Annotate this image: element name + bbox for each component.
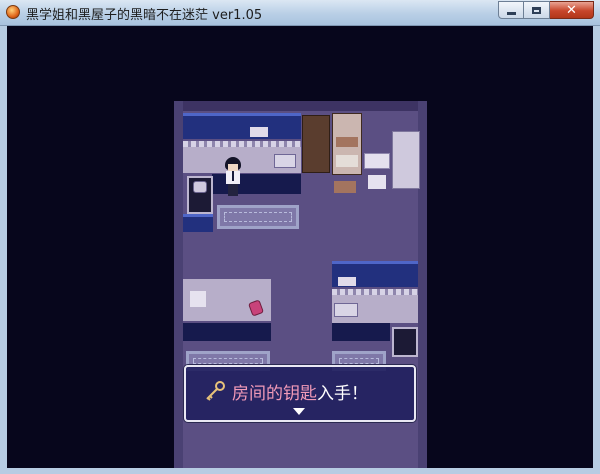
upper-cabinet-left [183, 113, 301, 139]
pot [193, 181, 207, 193]
app-icon [6, 5, 20, 19]
character-face [228, 164, 238, 171]
stove-right [392, 327, 418, 357]
minimize-button[interactable] [498, 1, 524, 19]
sink-left [274, 154, 296, 168]
close-button[interactable]: ✕ [550, 1, 594, 19]
game-viewport[interactable]: 房间的钥匙入手！ [7, 26, 593, 468]
sink-right [334, 303, 358, 317]
rice-cooker [368, 175, 386, 189]
maximize-button[interactable] [524, 1, 550, 19]
close-icon: ✕ [566, 2, 577, 18]
shelf-box-low [334, 181, 356, 193]
window-controls: ✕ [498, 1, 594, 19]
message-suffix: 入手！ [317, 384, 368, 404]
player-character [224, 157, 242, 197]
character-tie [232, 171, 234, 181]
character-legs [228, 184, 238, 196]
title-bar[interactable]: 黑学姐和黑屋子的黑暗不在迷茫 ver1.05 ✕ [0, 0, 600, 26]
canister [190, 291, 206, 307]
item-name: 房间的钥匙 [232, 384, 317, 404]
key-icon [206, 381, 225, 401]
rug-bottom-right-border [339, 358, 379, 364]
top-wall [174, 101, 427, 111]
maximize-icon [532, 6, 541, 14]
refrigerator [392, 131, 420, 189]
minimize-icon [506, 11, 516, 15]
shelf-box-top [336, 137, 358, 147]
down-arrow-icon[interactable] [293, 408, 305, 415]
shelf-box-bottom [336, 155, 358, 167]
tall-cupboard [302, 115, 330, 173]
rug-left [217, 205, 299, 229]
rug-left-border [224, 212, 292, 222]
dish-rack [250, 127, 268, 137]
message-window[interactable]: 房间的钥匙入手！ [184, 365, 416, 422]
window-title: 黑学姐和黑屋子的黑暗不在迷茫 ver1.05 [26, 8, 263, 23]
message-text: 房间的钥匙入手！ [232, 379, 368, 404]
island-cabinet [183, 323, 271, 341]
microwave [364, 153, 390, 169]
dish-rack-right [338, 277, 356, 286]
rug-bottom-left-border [193, 358, 263, 364]
cabinet-side-left [183, 214, 213, 232]
lower-cabinet-right [332, 323, 390, 341]
left-wall [174, 101, 183, 468]
